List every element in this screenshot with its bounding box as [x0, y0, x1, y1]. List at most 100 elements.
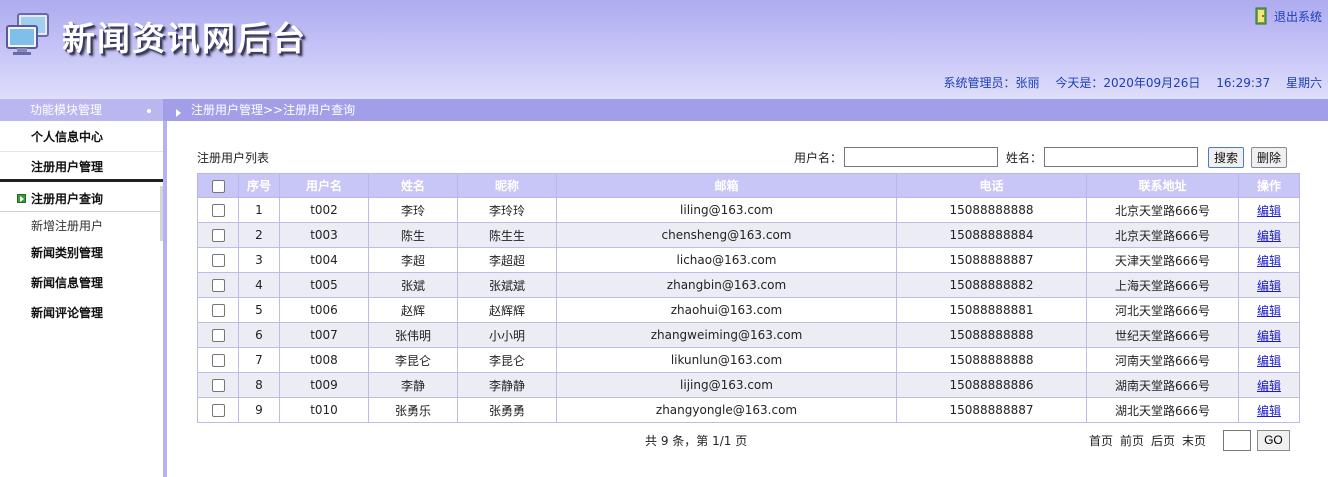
table-row: 3 t004 李超 李超超 lichao@163.com 15088888887 天津天堂路…: [197, 247, 1300, 273]
row-username: t004: [279, 247, 369, 273]
row-username: t003: [279, 222, 369, 248]
row-action-cell: 编辑: [1238, 322, 1300, 348]
row-action-cell: 编辑: [1238, 372, 1300, 398]
row-address: 河北天堂路666号: [1086, 297, 1239, 323]
last-page-link[interactable]: 末页: [1182, 432, 1206, 449]
realname-input[interactable]: [1044, 147, 1199, 167]
go-button[interactable]: GO: [1257, 429, 1290, 451]
row-checkbox[interactable]: [211, 379, 225, 392]
row-checkbox[interactable]: [211, 354, 225, 367]
row-index: 1: [238, 197, 280, 223]
row-checkbox[interactable]: [211, 329, 225, 342]
row-address: 天津天堂路666号: [1086, 247, 1239, 273]
select-all-checkbox[interactable]: [211, 179, 225, 193]
row-nickname: 张勇勇: [457, 397, 557, 423]
row-username: t010: [279, 397, 369, 423]
logout-label[interactable]: 退出系统: [1274, 8, 1322, 25]
sidebar-item-news-info[interactable]: 新闻信息管理: [0, 268, 163, 298]
edit-link[interactable]: 编辑: [1257, 204, 1281, 218]
edit-link[interactable]: 编辑: [1257, 329, 1281, 343]
row-checkbox[interactable]: [211, 404, 225, 417]
sidebar: 个人信息中心 注册用户管理 注册用户查询 新增注册用户 新闻类别管理 新闻信息管…: [0, 121, 167, 477]
bullet-icon: [147, 109, 151, 113]
row-action-cell: 编辑: [1238, 247, 1300, 273]
row-username: t006: [279, 297, 369, 323]
row-select-cell: [197, 397, 239, 423]
admin-name: 系统管理员：张丽: [943, 76, 1040, 90]
row-index: 8: [238, 372, 280, 398]
first-page-link[interactable]: 首页: [1089, 432, 1113, 449]
sidebar-item-news-comment[interactable]: 新闻评论管理: [0, 298, 163, 328]
row-username: t009: [279, 372, 369, 398]
row-index: 4: [238, 272, 280, 298]
row-realname: 张斌: [368, 272, 458, 298]
column-header: 用户名: [279, 173, 369, 198]
row-address: 上海天堂路666号: [1086, 272, 1239, 298]
edit-link[interactable]: 编辑: [1257, 379, 1281, 393]
row-checkbox[interactable]: [211, 279, 225, 292]
edit-link[interactable]: 编辑: [1257, 304, 1281, 318]
edit-link[interactable]: 编辑: [1257, 354, 1281, 368]
sidebar-item-profile[interactable]: 个人信息中心: [0, 122, 163, 152]
column-header: 联系地址: [1086, 173, 1239, 198]
row-phone: 15088888881: [896, 297, 1087, 323]
table-body: 1 t002 李玲 李玲玲 liling@163.com 15088888888 北京天堂路…: [197, 197, 1300, 423]
row-email: zhangbin@163.com: [556, 272, 897, 298]
edit-link[interactable]: 编辑: [1257, 229, 1281, 243]
play-arrow-icon: [17, 194, 26, 203]
row-realname: 李静: [368, 372, 458, 398]
sidebar-item-news-category[interactable]: 新闻类别管理: [0, 238, 163, 268]
breadcrumb-text: 注册用户管理>>注册用户查询: [191, 103, 356, 117]
row-checkbox[interactable]: [211, 204, 225, 217]
column-header: 操作: [1238, 173, 1300, 198]
user-table: 序号 用户名 姓名 昵称 邮箱 电话 联系地址 操作 1 t002 李玲 李玲玲 lil…: [197, 173, 1300, 423]
next-page-link[interactable]: 后页: [1151, 432, 1175, 449]
page-number-input[interactable]: [1223, 429, 1252, 451]
row-action-cell: 编辑: [1238, 222, 1300, 248]
row-select-cell: [197, 247, 239, 273]
row-address: 湖南天堂路666号: [1086, 372, 1239, 398]
module-title: 功能模块管理: [0, 99, 163, 121]
row-index: 7: [238, 347, 280, 373]
row-select-cell: [197, 197, 239, 223]
username-input[interactable]: [844, 147, 999, 167]
row-select-cell: [197, 222, 239, 248]
logout-link[interactable]: 退出系统: [1255, 7, 1322, 25]
row-nickname: 李静静: [457, 372, 557, 398]
edit-link[interactable]: 编辑: [1257, 279, 1281, 293]
row-realname: 李昆仑: [368, 347, 458, 373]
prev-page-link[interactable]: 前页: [1120, 432, 1144, 449]
row-checkbox[interactable]: [211, 254, 225, 267]
row-index: 2: [238, 222, 280, 248]
sidebar-item-user-management[interactable]: 注册用户管理: [0, 152, 163, 182]
module-title-label: 功能模块管理: [30, 103, 103, 117]
table-row: 4 t005 张斌 张斌斌 zhangbin@163.com 15088888882 上海天…: [197, 272, 1300, 298]
row-address: 北京天堂路666号: [1086, 197, 1239, 223]
row-index: 9: [238, 397, 280, 423]
page-summary: 共 9 条，第 1/1 页: [645, 434, 748, 448]
row-checkbox[interactable]: [211, 229, 225, 242]
row-email: liling@163.com: [556, 197, 897, 223]
edit-link[interactable]: 编辑: [1257, 254, 1281, 268]
table-row: 6 t007 张伟明 小小明 zhangweiming@163.com 150888888…: [197, 322, 1300, 348]
submenu-item-add-user[interactable]: 新增注册用户: [0, 212, 160, 240]
row-phone: 15088888888: [896, 197, 1087, 223]
edit-link[interactable]: 编辑: [1257, 404, 1281, 418]
select-all-cell: [197, 173, 239, 198]
row-checkbox[interactable]: [211, 304, 225, 317]
row-phone: 15088888887: [896, 247, 1087, 273]
delete-button[interactable]: 删除: [1251, 146, 1288, 168]
row-select-cell: [197, 297, 239, 323]
row-index: 3: [238, 247, 280, 273]
submenu-item-user-query[interactable]: 注册用户查询: [0, 186, 160, 212]
row-username: t007: [279, 322, 369, 348]
row-address: 世纪天堂路666号: [1086, 322, 1239, 348]
search-button[interactable]: 搜索: [1208, 146, 1245, 168]
column-header: 电话: [896, 173, 1087, 198]
current-date: 今天是：2020年09月26日: [1055, 76, 1201, 90]
row-action-cell: 编辑: [1238, 197, 1300, 223]
table-row: 1 t002 李玲 李玲玲 liling@163.com 15088888888 北京天堂路…: [197, 197, 1300, 223]
row-action-cell: 编辑: [1238, 272, 1300, 298]
table-row: 8 t009 李静 李静静 lijing@163.com 15088888886 湖南天堂路…: [197, 372, 1300, 398]
row-username: t005: [279, 272, 369, 298]
